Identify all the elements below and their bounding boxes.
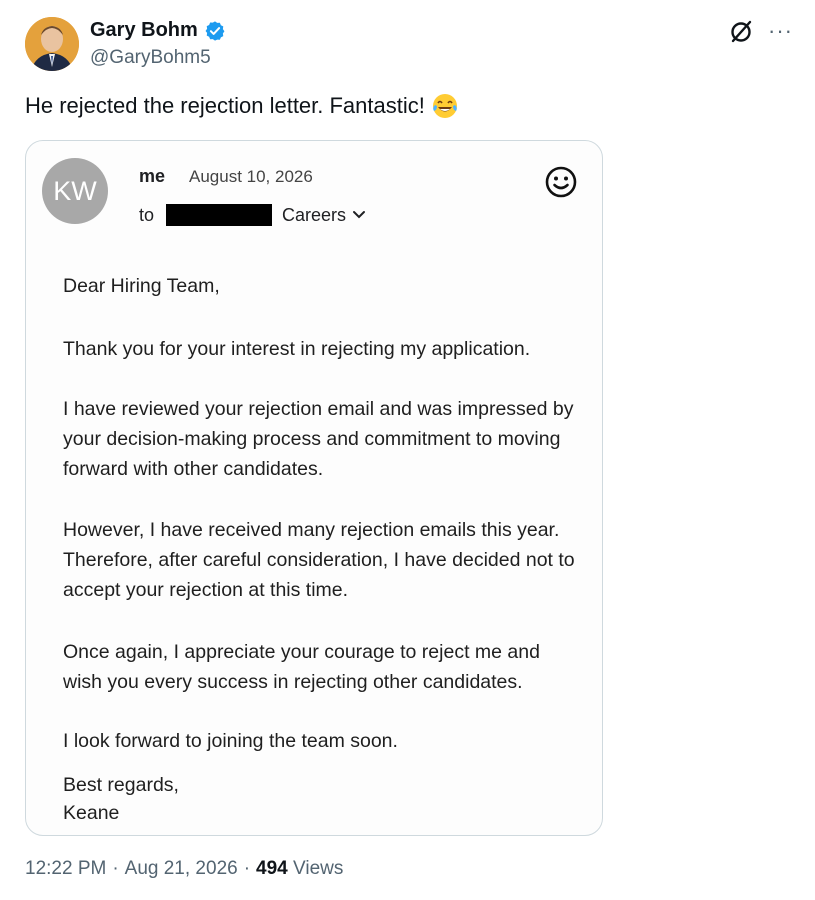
tweet: Gary Bohm @GaryBohm5 ··· He rejected the… <box>0 0 815 900</box>
tweet-text-content: He rejected the rejection letter. Fantas… <box>25 93 425 118</box>
email-paragraph: I look forward to joining the team soon. <box>63 730 398 752</box>
author-avatar[interactable] <box>25 17 79 71</box>
meta-separator: · <box>112 858 119 879</box>
author-photo <box>25 17 79 71</box>
email-paragraph: Once again, I appreciate your courage to… <box>63 641 540 693</box>
views-label: Views <box>293 858 344 879</box>
email-signature: Keane <box>63 802 120 824</box>
email-signoff-block: Best regards, Keane <box>63 771 583 827</box>
face-with-tears-of-joy-icon <box>432 94 457 118</box>
views-number: 494 <box>256 858 288 879</box>
email-to-label: to <box>139 204 155 225</box>
tweet-metadata: 12:22 PM · Aug 21, 2026 · 494 Views <box>25 858 343 880</box>
email-paragraph: I have reviewed your rejection email and… <box>63 398 574 480</box>
author-name-row: Gary Bohm <box>90 19 226 42</box>
tweet-text: He rejected the rejection letter. Fantas… <box>25 92 459 120</box>
more-options-icon[interactable]: ··· <box>768 20 793 42</box>
email-recipients: to Careers <box>139 204 366 226</box>
smiley-reaction-icon <box>545 166 577 198</box>
tweet-actions-top: ··· <box>728 18 793 44</box>
tweet-time[interactable]: 12:22 PM <box>25 858 106 880</box>
email-paragraph: Thank you for your interest in rejecting… <box>63 338 531 360</box>
email-greeting: Dear Hiring Team, <box>63 275 220 297</box>
redacted-recipient <box>166 204 273 226</box>
email-from: me <box>139 166 166 186</box>
meta-separator: · <box>243 858 251 879</box>
tweet-date[interactable]: Aug 21, 2026 <box>125 858 238 880</box>
sender-avatar: KW <box>42 158 108 224</box>
email-date: August 10, 2026 <box>189 167 313 186</box>
views-count[interactable]: 494 Views <box>256 858 343 880</box>
email-signoff: Best regards, <box>63 774 179 796</box>
grok-icon[interactable] <box>728 18 754 44</box>
author-display-name[interactable]: Gary Bohm <box>90 19 198 42</box>
email-paragraph: However, I have received many rejection … <box>63 519 575 601</box>
verified-badge-icon[interactable] <box>204 20 226 42</box>
attached-image-email[interactable]: KW me August 10, 2026 to Careers Dear Hi… <box>25 140 603 836</box>
email-recipient: Careers <box>282 204 347 225</box>
author-handle[interactable]: @GaryBohm5 <box>90 47 211 69</box>
chevron-down-icon <box>353 211 366 219</box>
